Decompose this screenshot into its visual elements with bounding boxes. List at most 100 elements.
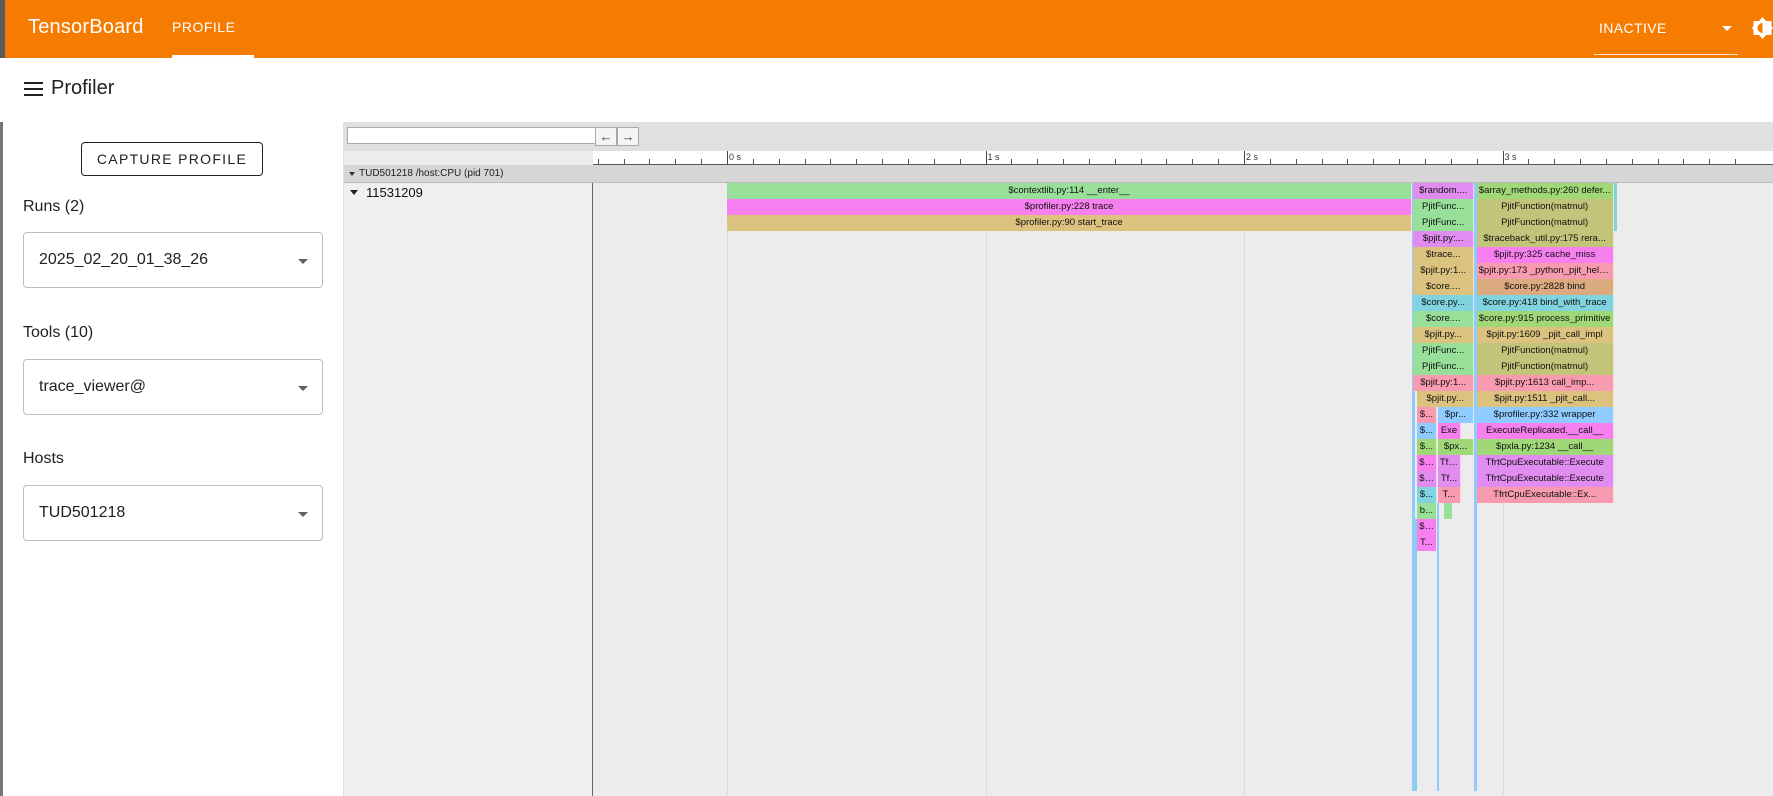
ruler-tick [1140, 159, 1142, 164]
ruler-tick [1295, 159, 1297, 164]
trace-slice[interactable]: $array_methods.py:260 defer... [1476, 183, 1614, 199]
process-header[interactable]: TUD501218 /host:CPU (pid 701) [344, 165, 1773, 183]
trace-slice[interactable]: $co [1417, 471, 1437, 487]
ruler-tick [1580, 159, 1582, 164]
ruler-tick [933, 159, 935, 164]
ruler-tick [907, 159, 909, 164]
ruler-tick [1114, 159, 1116, 164]
menu-icon[interactable] [24, 82, 44, 98]
trace-slice[interactable]: $pjit.py... [1413, 327, 1475, 343]
trace-slice[interactable]: PjitFunction(matmul) [1476, 199, 1614, 215]
trace-slice[interactable]: $pjit.py:1511 _pjit_call... [1476, 391, 1614, 407]
thread-label: 11531209 [366, 185, 423, 200]
thread-track[interactable]: $contextlib.py:114 __enter__ $profiler.py… [593, 183, 1773, 796]
trace-slice[interactable]: $core.... [1413, 279, 1475, 295]
ruler-tick [1373, 159, 1375, 164]
time-ruler[interactable]: 0 s 1 s 2 s 3 s [593, 151, 1773, 165]
ruler-major-tick [985, 151, 987, 165]
trace-slice[interactable]: TfrtCpuExecutable::Execute [1476, 471, 1614, 487]
trace-slice[interactable]: $contextlib.py:114 __enter__ [727, 183, 1413, 199]
capture-profile-button[interactable]: CAPTURE PROFILE [81, 142, 263, 176]
trace-slice[interactable]: $px... [1437, 439, 1475, 455]
app-title: TensorBoard [28, 16, 144, 38]
trace-slice[interactable]: T... [1437, 487, 1462, 503]
trace-slice[interactable]: $trace... [1413, 247, 1475, 263]
trace-slice[interactable]: PjitFunction(matmul) [1476, 359, 1614, 375]
trace-search-input[interactable] [347, 127, 597, 144]
trace-slice[interactable]: $traceback_util.py:175 rera... [1476, 231, 1614, 247]
trace-slice[interactable]: PjitFunction(matmul) [1476, 343, 1614, 359]
chevron-down-icon [298, 386, 308, 391]
trace-slice[interactable]: $profiler.py:90 start_trace [727, 215, 1413, 231]
trace-slice[interactable]: $pjit.py:325 cache_miss [1476, 247, 1614, 263]
ruler-tick [1166, 159, 1168, 164]
trace-viewer: ← → 0 s 1 s 2 s 3 s TUD501218 /host:CPU … [344, 122, 1773, 796]
trace-slice[interactable]: Tfr... [1437, 455, 1462, 471]
trace-slice[interactable]: PjitFunc... [1413, 359, 1475, 375]
prev-result-button[interactable]: ← [595, 127, 617, 146]
trace-event-strip[interactable] [1613, 183, 1617, 231]
trace-slice[interactable]: $core.py:2828 bind [1476, 279, 1614, 295]
tab-profile[interactable]: PROFILE [172, 19, 235, 35]
trace-slice[interactable]: $pjit.py:173 _python_pjit_helper [1476, 263, 1614, 279]
trace-slice[interactable]: $pxla.py:1234 __call__ [1476, 439, 1614, 455]
inactive-plugins-select[interactable]: INACTIVE [1594, 0, 1738, 58]
ruler-tick [701, 159, 703, 164]
ruler-tick [1450, 159, 1452, 164]
ruler-tick [1192, 159, 1194, 164]
ruler-tick [1347, 159, 1349, 164]
chevron-down-icon [298, 512, 308, 517]
trace-slice[interactable]: $pjit.py:1... [1413, 263, 1475, 279]
trace-slice[interactable]: $... [1417, 407, 1437, 423]
next-result-button[interactable]: → [617, 127, 639, 146]
trace-slice[interactable]: Exe [1437, 423, 1462, 439]
trace-slice[interactable]: TfrtCpuExecutable::Execute [1476, 455, 1614, 471]
grid-line [727, 183, 728, 796]
ruler-tick [752, 159, 754, 164]
trace-slice[interactable]: $core.py:915 process_primitive [1476, 311, 1614, 327]
tools-select[interactable]: trace_viewer@ [23, 359, 323, 415]
sidebar: CAPTURE PROFILE Runs (2) 2025_02_20_01_3… [3, 122, 344, 796]
trace-slice[interactable]: T... [1417, 535, 1437, 551]
ruler-tick [1605, 159, 1607, 164]
chevron-down-icon [298, 259, 308, 264]
trace-event-strip[interactable] [1436, 503, 1439, 791]
trace-slice[interactable]: TfrtCpuExecutable::Ex... [1476, 487, 1614, 503]
runs-select-value: 2025_02_20_01_38_26 [39, 251, 209, 268]
ruler-label: 0 s [729, 152, 742, 162]
trace-slice[interactable]: $... [1417, 439, 1437, 455]
runs-select[interactable]: 2025_02_20_01_38_26 [23, 232, 323, 288]
trace-slice[interactable]: PjitFunc... [1413, 343, 1475, 359]
trace-slice[interactable]: $pjit.py:1613 call_imp... [1476, 375, 1614, 391]
trace-slice[interactable]: $profiler.py:332 wrapper [1476, 407, 1614, 423]
trace-slice[interactable]: PjitFunc... [1413, 199, 1475, 215]
trace-slice[interactable]: PjitFunction(matmul) [1476, 215, 1614, 231]
trace-slice[interactable]: ExecuteReplicated.__call__ [1476, 423, 1614, 439]
trace-slice[interactable]: $... [1417, 423, 1437, 439]
trace-slice[interactable]: PjitFunc... [1413, 215, 1475, 231]
trace-slice[interactable]: $profiler.py:228 trace [727, 199, 1413, 215]
trace-slice[interactable]: $pr... [1437, 407, 1475, 423]
trace-slice[interactable]: $pjit.py:1609 _pjit_call_impl [1476, 327, 1614, 343]
trace-slice[interactable]: $core.py:418 bind_with_trace [1476, 295, 1614, 311]
trace-event-strip[interactable] [1415, 519, 1418, 791]
ruler-tick [1631, 159, 1633, 164]
trace-slice[interactable]: $pjit.py:... [1413, 231, 1475, 247]
trace-slice[interactable]: $core.... [1413, 311, 1475, 327]
brightness-icon[interactable] [1752, 17, 1773, 39]
trace-event-strip[interactable] [1444, 503, 1453, 519]
trace-slice[interactable]: $co [1417, 455, 1437, 471]
trace-slice[interactable]: $core.py... [1413, 295, 1475, 311]
hosts-select[interactable]: TUD501218 [23, 485, 323, 541]
trace-slice[interactable]: $... [1417, 487, 1437, 503]
ruler-tick [778, 159, 780, 164]
ruler-tick [623, 159, 625, 164]
trace-slice[interactable]: Tf... [1437, 471, 1462, 487]
trace-slice[interactable]: $pjit.py... [1417, 391, 1475, 407]
trace-slice[interactable]: $co [1417, 519, 1437, 535]
caret-down-icon[interactable] [350, 190, 358, 195]
trace-slice[interactable]: b... [1417, 503, 1437, 519]
caret-down-icon[interactable] [349, 172, 355, 176]
trace-slice[interactable]: $pjit.py:1... [1413, 375, 1475, 391]
trace-slice[interactable]: $random.... [1413, 183, 1475, 199]
